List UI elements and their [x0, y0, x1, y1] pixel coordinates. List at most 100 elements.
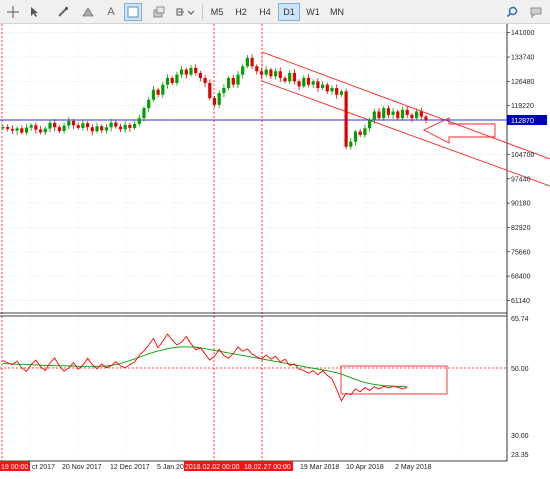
- candle-body: [142, 108, 146, 119]
- chart-area[interactable]: 141000 133740 126480 119220 104700 97440 90180…: [0, 24, 550, 474]
- candle-body: [250, 57, 254, 67]
- candle-body: [245, 57, 249, 67]
- candle-body: [358, 131, 362, 135]
- candle-body: [405, 109, 409, 115]
- candle-body: [128, 124, 132, 128]
- candle-body: [227, 77, 231, 89]
- candle-body: [274, 71, 278, 77]
- candle-body: [118, 126, 123, 130]
- candle-body: [137, 118, 141, 124]
- candle-body: [20, 128, 24, 133]
- candle-body: [48, 122, 52, 129]
- candle-body: [165, 77, 170, 85]
- triangle-icon[interactable]: [79, 3, 97, 21]
- search-icon[interactable]: [503, 3, 521, 21]
- candle-body: [104, 127, 108, 131]
- price-chart[interactable]: 141000 133740 126480 119220 104700 97440 90180…: [0, 24, 550, 474]
- candle-body: [382, 108, 386, 119]
- candle-body: [76, 125, 80, 128]
- candle-body: [114, 122, 118, 127]
- candle-body: [339, 91, 343, 95]
- timeframe-h2[interactable]: H2: [230, 3, 252, 21]
- timeframe-h4[interactable]: H4: [254, 3, 276, 21]
- candle-body: [6, 127, 10, 129]
- time-label-jan: 5 Jan 20: [157, 464, 184, 471]
- price-label: 75660: [511, 249, 531, 256]
- candle-body: [1, 127, 5, 129]
- candle-body: [203, 77, 207, 83]
- crosshair-icon[interactable]: [4, 3, 22, 21]
- price-label: 133740: [511, 55, 534, 62]
- time-label-nov: 20 Nov 2017: [62, 464, 102, 471]
- candle-body: [292, 72, 296, 82]
- objects-menu-icon[interactable]: [174, 3, 196, 21]
- candle-body: [231, 77, 235, 85]
- candle-body: [283, 77, 287, 82]
- candle-body: [24, 127, 29, 133]
- timeframe-d1[interactable]: D1: [278, 3, 300, 21]
- candle-body: [100, 126, 104, 131]
- candle-body: [10, 128, 14, 131]
- candle-body: [90, 127, 94, 132]
- price-label: 141000: [511, 30, 534, 37]
- candle-body: [57, 127, 61, 131]
- price-label: 82920: [511, 225, 531, 232]
- price-label: 119220: [511, 103, 534, 110]
- candle-body: [349, 141, 353, 147]
- cursor-icon[interactable]: [26, 3, 44, 21]
- candle-body: [321, 84, 325, 89]
- candle-body: [415, 111, 419, 119]
- time-badge-left-label: 19 00:00: [1, 464, 28, 471]
- timeframe-w1[interactable]: W1: [302, 3, 324, 21]
- price-label: 104700: [511, 152, 534, 159]
- candle-body: [400, 109, 405, 119]
- ind-label-30: 30.00: [511, 433, 529, 440]
- candle-body: [175, 74, 179, 83]
- candle-body: [264, 69, 268, 75]
- candle-body: [377, 111, 381, 119]
- candle-body: [288, 72, 292, 82]
- candle-body: [53, 122, 57, 128]
- candle-body: [194, 67, 198, 73]
- candle-body: [133, 123, 137, 128]
- price-label: 97440: [511, 176, 531, 183]
- candle-body: [189, 67, 193, 75]
- pen-line-icon[interactable]: [54, 3, 72, 21]
- time-label-may: 2 May 2018: [395, 464, 432, 471]
- candle-body: [212, 98, 217, 105]
- candle-body: [67, 120, 71, 126]
- time-label-oct: ct 2017: [32, 464, 55, 471]
- candle-body: [419, 111, 423, 117]
- chat-icon[interactable]: [527, 3, 545, 21]
- shapes-icon[interactable]: [150, 3, 168, 21]
- current-price-label: 112870: [511, 118, 534, 125]
- ind-label-max: 65.74: [511, 316, 529, 323]
- candle-body: [147, 99, 151, 109]
- candle-body: [43, 128, 47, 133]
- candle-body: [81, 123, 85, 128]
- grid-icon[interactable]: [124, 3, 142, 21]
- timeframe-m5[interactable]: M5: [206, 3, 228, 21]
- candle-body: [330, 88, 334, 92]
- time-label-mar: 19 Mar 2018: [300, 464, 339, 471]
- candle-body: [386, 108, 390, 115]
- candle-body: [269, 69, 273, 77]
- candle-body: [302, 77, 306, 87]
- text-icon[interactable]: A: [102, 3, 120, 21]
- candle-body: [156, 89, 160, 95]
- candle-body: [222, 88, 226, 94]
- time-badge-feb-27-label: 18.02.27 00:00: [244, 464, 291, 471]
- candle-body: [372, 111, 376, 120]
- candle-body: [255, 66, 259, 72]
- candle-body: [353, 131, 358, 142]
- candle-body: [95, 126, 99, 132]
- candle-body: [161, 84, 165, 95]
- candle-body: [297, 81, 301, 87]
- candle-body: [410, 114, 414, 119]
- price-label: 61140: [511, 298, 530, 305]
- timeframe-mn[interactable]: MN: [326, 3, 348, 21]
- time-badge-feb-02-label: 2018.02.02 00:00: [185, 464, 240, 471]
- candle-body: [391, 111, 395, 115]
- candle-body: [86, 123, 90, 128]
- candle-body: [344, 91, 348, 147]
